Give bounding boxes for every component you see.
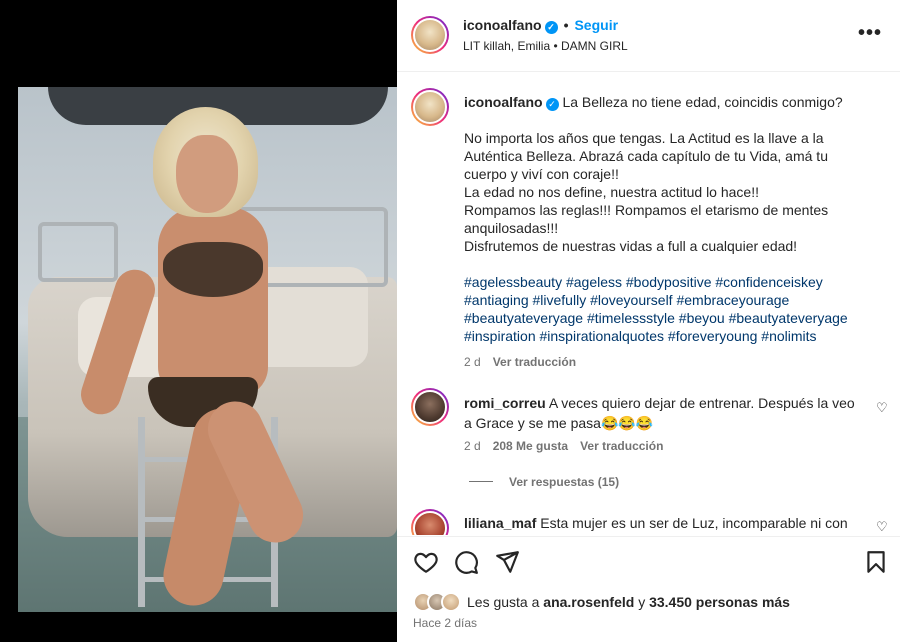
audio-track-link[interactable]: LIT killah, Emilia • DAMN GIRL: [463, 39, 628, 53]
verified-badge-icon: ✓: [545, 98, 559, 111]
comment-heart-icon[interactable]: ♡: [876, 401, 888, 414]
comment-meta: 2 d 208 Me gusta Ver traducción: [464, 439, 663, 453]
avatar-image: [413, 90, 447, 124]
caption-line: Disfrutemos de nuestras vidas a full a c…: [464, 238, 798, 254]
caption-text: iconoalfano ✓ La Belleza no tiene edad, c…: [464, 93, 874, 255]
view-replies-link[interactable]: Ver respuestas (15): [469, 475, 619, 489]
verified-badge-icon: ✓: [544, 21, 558, 34]
caption-age: 2 d: [464, 355, 481, 369]
bookmark-icon[interactable]: [863, 549, 889, 575]
translate-link[interactable]: Ver traducción: [493, 355, 576, 369]
replies-divider: [469, 481, 493, 482]
person-top: [163, 242, 263, 297]
comment-text: liliana_maf Esta mujer es un ser de Luz,…: [464, 513, 864, 533]
caption-meta: 2 d Ver traducción: [464, 355, 576, 369]
caption-paragraph: No importa los años que tengas. La Actit…: [464, 130, 828, 182]
caption-line: Rompamos las reglas!!! Rompamos el etari…: [464, 202, 829, 236]
avatar-image: [413, 511, 447, 535]
translate-link[interactable]: Ver traducción: [580, 439, 663, 453]
comment-icon[interactable]: [453, 549, 479, 575]
more-options-icon[interactable]: •••: [858, 22, 882, 45]
person-face: [176, 135, 238, 213]
caption-line: La edad no nos define, nuestra actitud l…: [464, 184, 759, 200]
action-bar: Les gusta a ana.rosenfeld y 33.450 perso…: [397, 536, 900, 642]
comment-age: 2 d: [464, 439, 481, 453]
comment-text: romi_correu A veces quiero dejar de entr…: [464, 393, 864, 433]
comment-username[interactable]: romi_correu: [464, 395, 546, 411]
caption-hashtags[interactable]: #agelessbeauty #ageless #bodypositive #c…: [464, 273, 884, 345]
caption-username[interactable]: iconoalfano: [464, 94, 543, 110]
avatar-image: [413, 390, 447, 424]
commenter-avatar[interactable]: [411, 388, 449, 426]
caption-title: La Belleza no tiene edad, coincidis conm…: [562, 94, 843, 110]
comment-username[interactable]: liliana_maf: [464, 515, 536, 531]
likes-count[interactable]: 33.450 personas más: [649, 594, 790, 610]
post-photo[interactable]: [18, 87, 397, 612]
share-icon[interactable]: [494, 549, 520, 575]
comment-body: Esta mujer es un ser de Luz, incomparabl…: [540, 515, 848, 531]
comments-section[interactable]: iconoalfano ✓ La Belleza no tiene edad, c…: [397, 73, 900, 535]
post-timestamp: Hace 2 días: [413, 616, 478, 630]
post-header: iconoalfano ✓ • Seguir LIT killah, Emilia •…: [397, 0, 900, 72]
follow-button[interactable]: Seguir: [574, 17, 618, 33]
comment-heart-icon[interactable]: ♡: [876, 520, 888, 533]
liker-username[interactable]: ana.rosenfeld: [543, 594, 634, 610]
likes-prefix: Les gusta a: [467, 594, 540, 610]
post-side-panel: iconoalfano ✓ • Seguir LIT killah, Emilia •…: [397, 0, 900, 642]
separator-dot: •: [563, 17, 569, 33]
person-torso: [158, 207, 268, 397]
liker-avatar: [441, 592, 461, 612]
heart-icon[interactable]: [413, 549, 439, 575]
post-media[interactable]: [0, 0, 397, 642]
author-username[interactable]: iconoalfano: [463, 17, 542, 33]
author-row: iconoalfano ✓ • Seguir: [463, 17, 618, 34]
likes-summary: Les gusta a ana.rosenfeld y 33.450 perso…: [467, 594, 790, 610]
commenter-avatar[interactable]: [411, 509, 449, 535]
view-replies-label: Ver respuestas (15): [509, 475, 620, 489]
likes-connector: y: [638, 594, 646, 610]
person-arm: [75, 264, 161, 420]
comment-likes[interactable]: 208 Me gusta: [493, 439, 568, 453]
caption-avatar[interactable]: [411, 88, 449, 126]
person-figure: [58, 107, 313, 612]
avatar-image: [413, 18, 447, 52]
author-avatar[interactable]: [411, 16, 449, 54]
